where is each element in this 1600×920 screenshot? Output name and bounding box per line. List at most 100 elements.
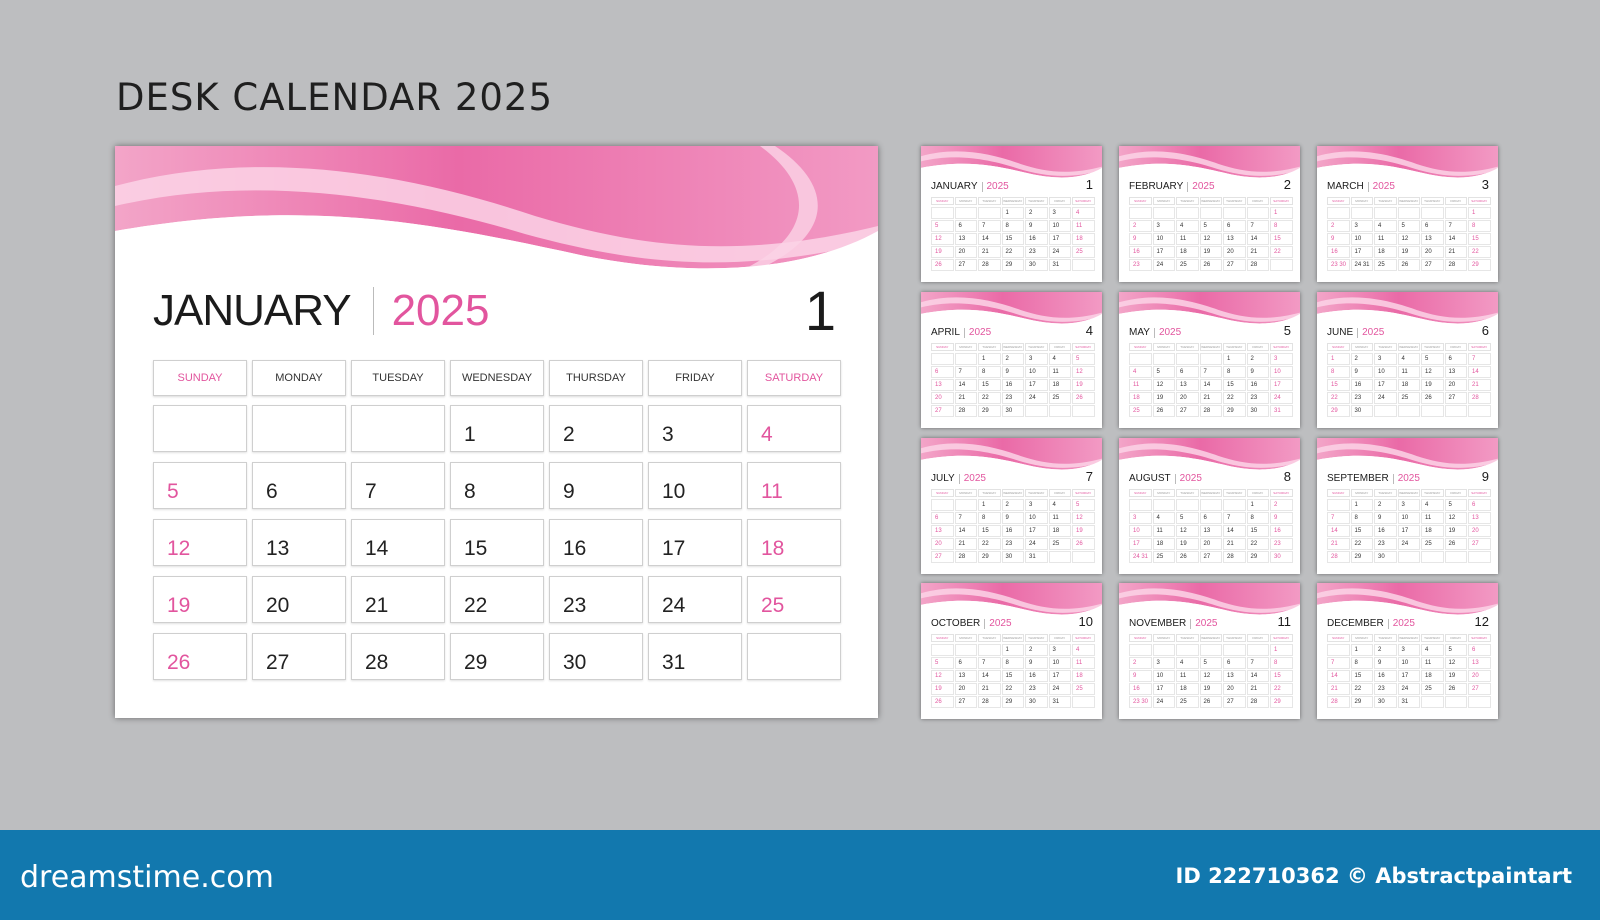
day-cell[interactable]: 17	[648, 519, 742, 566]
day-cell[interactable]: 8	[450, 462, 544, 509]
day-cell: 27	[1421, 259, 1444, 271]
day-cell: 17	[1152, 683, 1175, 695]
day-cell: 24	[1397, 538, 1420, 550]
day-cell: 8	[1327, 366, 1350, 378]
day-cell[interactable]: 10	[648, 462, 742, 509]
day-cell[interactable]	[747, 633, 841, 680]
day-cell: 30	[1374, 551, 1397, 563]
day-cell[interactable]: 31	[648, 633, 742, 680]
day-cell[interactable]: 23	[549, 576, 643, 623]
day-cell[interactable]: 25	[747, 576, 841, 623]
day-cell: 4	[1072, 644, 1095, 656]
day-cell: 31	[1025, 551, 1048, 563]
day-cell[interactable]: 2	[549, 405, 643, 452]
day-cell: 4	[1176, 220, 1199, 232]
thumbnail-july[interactable]: JULY 2025 7 SUNDAY MONDAY TUESDAY WEDNESDAY THU…	[921, 438, 1102, 574]
day-cell[interactable]: 9	[549, 462, 643, 509]
thumbnail-december[interactable]: DECEMBER 2025 12 SUNDAY MONDAY TUESDAY WEDNESD…	[1317, 583, 1498, 719]
day-cell[interactable]: 3	[648, 405, 742, 452]
day-cell	[931, 353, 954, 365]
thumbnail-march[interactable]: MARCH 2025 3 SUNDAY MONDAY TUESDAY WEDNESDAY TH…	[1317, 146, 1498, 282]
day-cell: 9	[1025, 220, 1048, 232]
day-cell: 5	[1421, 353, 1444, 365]
day-cell[interactable]	[252, 405, 346, 452]
day-cell[interactable]: 13	[252, 519, 346, 566]
day-cell: 2	[1025, 207, 1048, 219]
thumbnail-may[interactable]: MAY 2025 5 SUNDAY MONDAY TUESDAY WEDNESDAY THUR…	[1119, 292, 1300, 428]
day-cell: 21	[1468, 379, 1491, 391]
thumbnail-grid: SUNDAY MONDAY TUESDAY WEDNESDAY THURSDAY FRID…	[931, 489, 1095, 564]
heading-divider	[963, 327, 965, 338]
thumbnail-month-number: 6	[1481, 323, 1489, 338]
day-cell: 17	[1025, 379, 1048, 391]
weekday-header: MONDAY	[1152, 634, 1175, 642]
thumbnail-april[interactable]: APRIL 2025 4 SUNDAY MONDAY TUESDAY WEDNESDAY TH…	[921, 292, 1102, 428]
thumbnail-october[interactable]: OCTOBER 2025 10 SUNDAY MONDAY TUESDAY WEDNESDA…	[921, 583, 1102, 719]
day-cell[interactable]: 15	[450, 519, 544, 566]
thumbnail-january[interactable]: JANUARY 2025 1 SUNDAY MONDAY TUESDAY WEDNESDAY…	[921, 146, 1102, 282]
day-cell[interactable]	[153, 405, 247, 452]
day-cell[interactable]: 11	[747, 462, 841, 509]
day-cell[interactable]: 18	[747, 519, 841, 566]
day-cell	[1048, 551, 1071, 563]
day-cell[interactable]: 4	[747, 405, 841, 452]
day-cell[interactable]: 12	[153, 519, 247, 566]
day-cell[interactable]: 1	[450, 405, 544, 452]
day-cell: 26	[1199, 259, 1222, 271]
day-cell[interactable]	[351, 405, 445, 452]
day-cell[interactable]: 16	[549, 519, 643, 566]
day-cell[interactable]: 6	[252, 462, 346, 509]
thumbnail-august[interactable]: AUGUST 2025 8 SUNDAY MONDAY TUESDAY WEDNESDAY T…	[1119, 438, 1300, 574]
thumbnail-november[interactable]: NOVEMBER 2025 11 SUNDAY MONDAY TUESDAY WEDNESD…	[1119, 583, 1300, 719]
day-cell[interactable]: 28	[351, 633, 445, 680]
day-cell: 14	[978, 670, 1001, 682]
day-cell: 15	[1001, 670, 1024, 682]
thumbnail-june[interactable]: JUNE 2025 6 SUNDAY MONDAY TUESDAY WEDNESDAY THU…	[1317, 292, 1498, 428]
day-cell[interactable]: 30	[549, 633, 643, 680]
weekday-header: FRIDAY	[1444, 197, 1467, 205]
day-cell	[1176, 353, 1199, 365]
weekday-header: TUESDAY	[978, 489, 1001, 497]
day-cell: 29	[1270, 696, 1293, 708]
day-cell[interactable]: 5	[153, 462, 247, 509]
image-credit: ID 222710362 © Abstractpaintart	[1175, 864, 1572, 888]
day-cell[interactable]: 24	[648, 576, 742, 623]
day-cell[interactable]: 22	[450, 576, 544, 623]
day-cell	[1421, 405, 1444, 417]
day-cell: 25	[1421, 538, 1444, 550]
weekday-header: TUESDAY	[1176, 343, 1199, 351]
day-cell: 26	[1421, 392, 1444, 404]
day-cell: 5	[1176, 512, 1199, 524]
brand-logo[interactable]: dreamstime.com	[20, 860, 274, 895]
page-title: DESK CALENDAR 2025	[116, 76, 553, 119]
day-cell: 28	[1246, 696, 1269, 708]
day-cell: 8	[1468, 220, 1491, 232]
day-cell[interactable]: 26	[153, 633, 247, 680]
thumbnail-month-name: MAY	[1129, 327, 1150, 338]
day-cell[interactable]: 21	[351, 576, 445, 623]
day-cell: 15	[1350, 670, 1373, 682]
day-cell: 29	[1468, 259, 1491, 271]
thumbnail-month-number: 4	[1085, 323, 1093, 338]
day-cell[interactable]: 7	[351, 462, 445, 509]
day-cell[interactable]: 27	[252, 633, 346, 680]
day-cell[interactable]: 14	[351, 519, 445, 566]
weekday-header: FRIDAY	[1246, 489, 1269, 497]
weekday-header: FRIDAY	[1048, 343, 1071, 351]
day-cell: 20	[931, 538, 954, 550]
thumbnail-month-number: 9	[1481, 469, 1489, 484]
day-cell[interactable]: 19	[153, 576, 247, 623]
day-cell: 12	[1072, 512, 1095, 524]
day-cell: 24	[1152, 259, 1175, 271]
heading-divider	[372, 287, 374, 335]
day-cell: 29	[978, 405, 1001, 417]
thumbnail-september[interactable]: SEPTEMBER 2025 9 SUNDAY MONDAY TUESDAY WEDNESD…	[1317, 438, 1498, 574]
day-cell: 12	[1421, 366, 1444, 378]
day-cell: 18	[1048, 525, 1071, 537]
day-cell: 11	[1072, 657, 1095, 669]
thumbnail-year: 2025	[1158, 327, 1182, 338]
day-cell[interactable]: 29	[450, 633, 544, 680]
day-cell: 16	[1025, 670, 1048, 682]
thumbnail-february[interactable]: FEBRUARY 2025 2 SUNDAY MONDAY TUESDAY WEDNESDA…	[1119, 146, 1300, 282]
day-cell[interactable]: 20	[252, 576, 346, 623]
